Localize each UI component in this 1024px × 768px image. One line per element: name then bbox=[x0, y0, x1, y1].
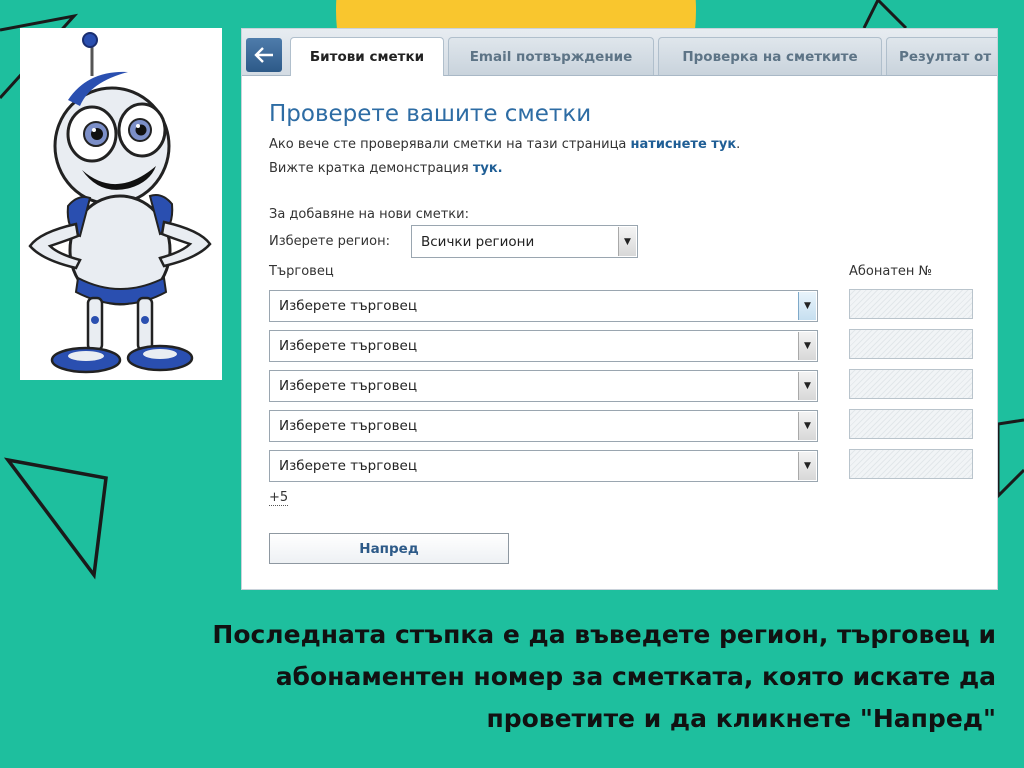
chevron-down-icon[interactable]: ▼ bbox=[798, 332, 816, 360]
demo-text: Вижте кратка демонстрация bbox=[269, 161, 473, 176]
merchant-select[interactable]: Изберете търговец ▼ bbox=[269, 290, 818, 322]
merchant-select[interactable]: Изберете търговец ▼ bbox=[269, 410, 818, 442]
merchant-select-value: Изберете търговец bbox=[279, 418, 418, 434]
demo-link[interactable]: тук. bbox=[473, 161, 503, 176]
bills-check-panel: Битови сметки Email потвърждение Проверк… bbox=[241, 28, 998, 590]
merchant-select-value: Изберете търговец bbox=[279, 378, 418, 394]
subscriber-number-field[interactable] bbox=[849, 369, 973, 399]
next-button[interactable]: Напред bbox=[269, 533, 509, 564]
demo-line: Вижте кратка демонстрация тук. bbox=[269, 161, 503, 176]
subscriber-number-field[interactable] bbox=[849, 329, 973, 359]
tab-bill-verification[interactable]: Проверка на сметките bbox=[658, 37, 882, 75]
tab-household-bills[interactable]: Битови сметки bbox=[290, 37, 444, 76]
caption-line-3: проветите и да кликнете "Напред" bbox=[486, 704, 996, 733]
back-button[interactable] bbox=[246, 38, 282, 72]
previous-check-text: Ако вече сте проверявали сметки на тази … bbox=[269, 137, 631, 152]
merchant-select-value: Изберете търговец bbox=[279, 298, 418, 314]
previous-check-end: . bbox=[736, 137, 741, 152]
previous-check-line: Ако вече сте проверявали сметки на тази … bbox=[269, 137, 740, 152]
merchant-select[interactable]: Изберете търговец ▼ bbox=[269, 450, 818, 482]
arrow-left-icon bbox=[254, 47, 273, 63]
robot-mascot-card bbox=[20, 28, 222, 380]
merchant-column-header: Търговец bbox=[269, 264, 334, 279]
subscriber-number-field[interactable] bbox=[849, 289, 973, 319]
subscriber-number-field[interactable] bbox=[849, 409, 973, 439]
chevron-down-icon[interactable]: ▼ bbox=[618, 227, 636, 256]
subscriber-column-header: Абонатен № bbox=[849, 264, 933, 279]
region-select[interactable]: Всички региони ▼ bbox=[411, 225, 638, 258]
merchant-select-value: Изберете търговец bbox=[279, 338, 418, 354]
chevron-down-icon[interactable]: ▼ bbox=[798, 452, 816, 480]
tab-email-confirmation[interactable]: Email потвърждение bbox=[448, 37, 654, 75]
page-title: Проверете вашите сметки bbox=[269, 101, 592, 127]
tab-bar: Битови сметки Email потвърждение Проверк… bbox=[242, 29, 997, 76]
robot-mascot bbox=[28, 32, 212, 374]
merchant-select-value: Изберете търговец bbox=[279, 458, 418, 474]
add-bills-label: За добавяне на нови сметки: bbox=[269, 207, 469, 222]
subscriber-number-field[interactable] bbox=[849, 449, 973, 479]
merchant-select[interactable]: Изберете търговец ▼ bbox=[269, 330, 818, 362]
add-more-rows-link[interactable]: +5 bbox=[269, 491, 289, 506]
region-label: Изберете регион: bbox=[269, 234, 390, 249]
caption-line-2: абонаментен номер за сметката, която иск… bbox=[275, 662, 996, 691]
instruction-caption: Последната стъпка е да въведете регион, … bbox=[36, 614, 996, 740]
tab-result[interactable]: Резултат от bbox=[886, 37, 997, 75]
merchant-select[interactable]: Изберете търговец ▼ bbox=[269, 370, 818, 402]
chevron-down-icon[interactable]: ▼ bbox=[798, 372, 816, 400]
chevron-down-icon[interactable]: ▼ bbox=[798, 292, 816, 320]
caption-line-1: Последната стъпка е да въведете регион, … bbox=[212, 620, 996, 649]
region-select-value: Всички региони bbox=[421, 233, 535, 250]
click-here-link[interactable]: натиснете тук bbox=[631, 137, 737, 152]
chevron-down-icon[interactable]: ▼ bbox=[798, 412, 816, 440]
